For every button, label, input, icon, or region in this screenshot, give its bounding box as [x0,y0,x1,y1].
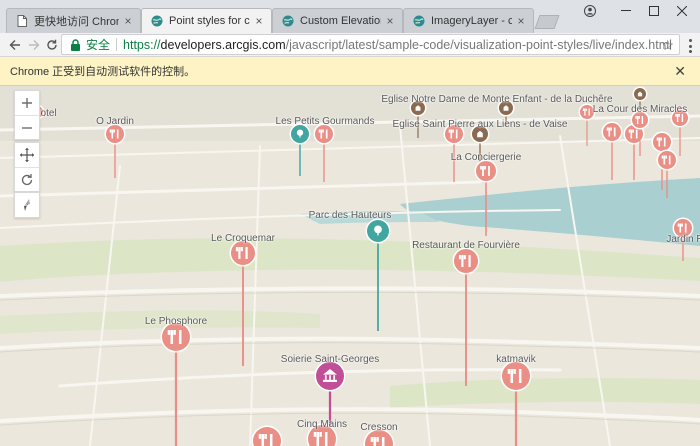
navigation-toggle [14,142,40,192]
poi-label: Le Phosphore [144,316,208,327]
restaurant-icon [653,133,671,151]
infobar-message: Chrome 正受到自动测试软件的控制。 [10,66,196,78]
restaurant-icon [502,362,530,390]
poi-label: Le Croquemar [211,233,275,244]
tab-title: Custom ElevationLayer [300,15,381,27]
zoom-out-button[interactable] [15,115,39,139]
poi-pin[interactable] [251,425,283,446]
url-path: /javascript/latest/sample-code/visualiza… [285,37,672,52]
divider [116,38,118,51]
poi-pin[interactable] [313,123,335,183]
url-host: developers.arcgis.com [160,37,286,52]
restaurant-icon [658,151,676,169]
poi-label: Eglise Notre Dame de Monte Enfant - de l… [381,94,613,105]
maximize-icon[interactable] [640,0,668,22]
poi-label: O Jardin [96,116,134,127]
poi-pins [29,86,694,446]
poi-label: Restaurant de Fourvière [412,240,520,251]
secure-label: 安全 [86,38,111,52]
poi-label: La Conciergerie [450,152,522,163]
tab-title: ImageryLayer - client s [431,15,512,27]
restaurant-icon [162,323,190,351]
poi-label: Eglise Saint Pierre aux Liens - de Vaise [392,119,568,130]
tab-imagery-layer[interactable]: ImageryLayer - client s × [403,8,534,33]
tab-title: Point styles for cities - [169,15,250,27]
profile-icon[interactable] [582,0,598,22]
poi-pin[interactable] [500,360,532,446]
restaurant-icon [315,125,333,143]
poi-label: katmavik [496,354,536,365]
restaurant-icon [454,249,478,273]
poi-pin[interactable] [474,159,498,237]
back-icon[interactable] [6,35,24,55]
lock-icon [71,38,80,51]
tab-new-tab[interactable]: 更快地访问 Chromium × [6,8,141,33]
close-icon[interactable]: ✕ [674,63,686,80]
compass-icon [24,199,30,211]
browser-toolbar: 安全 https://developers.arcgis.com/javascr… [0,33,700,57]
close-icon[interactable]: × [253,15,265,27]
url-text[interactable]: https://developers.arcgis.com/javascript… [123,38,672,52]
poi-label: Cinq Mains [296,419,348,430]
pan-button[interactable] [15,143,39,167]
tab-point-styles[interactable]: Point styles for cities - × [141,8,272,33]
rotate-icon [21,173,33,185]
poi-layer: Eglise Notre Dame de Monte Enfant - de l… [0,86,700,446]
poi-label: Soierie Saint-Georges [280,354,380,365]
poi-pin[interactable] [656,149,678,199]
poi-label: Les Petits Gourmands [275,116,375,127]
new-tab-button[interactable] [534,15,560,29]
tab-strip: 更快地访问 Chromium × Point styles for cities… [0,0,700,33]
url-scheme: https:// [123,37,161,52]
restaurant-icon [476,161,496,181]
arcgis-globe-icon [412,15,425,28]
address-bar[interactable]: 安全 https://developers.arcgis.com/javascr… [61,34,680,55]
poi-label: Jardin R [666,234,700,245]
restaurant-icon [231,241,255,265]
reload-icon[interactable] [43,35,61,55]
poi-label: La Cour des Miracles [592,104,688,115]
restaurant-icon [603,123,621,141]
poi-pin[interactable] [670,108,690,157]
poi-pin[interactable] [365,218,391,332]
close-icon[interactable]: × [384,15,396,27]
poi-label: Cresson [360,422,398,433]
arcgis-globe-icon [281,15,294,28]
zoom-widget [14,90,40,140]
minimize-icon[interactable] [612,0,640,22]
poi-pin[interactable] [289,123,311,177]
poi-label: Parc des Hauteurs [308,210,392,221]
poi-pin[interactable] [160,321,192,446]
compass-button[interactable] [15,193,39,217]
compass-widget [14,192,40,218]
bookmark-star-icon[interactable]: ☆ [661,37,674,54]
page-icon [15,15,28,28]
tab-title: 更快地访问 Chromium [34,16,119,28]
restaurant-icon [106,125,124,143]
close-icon[interactable]: × [122,15,134,27]
close-window-icon[interactable] [668,0,696,22]
arcgis-globe-icon [150,15,163,28]
poi-pin[interactable] [104,123,126,179]
tab-custom-elevation[interactable]: Custom ElevationLayer × [272,8,403,33]
scene-view[interactable]: Eglise Notre Dame de Monte Enfant - de l… [0,86,700,446]
zoom-in-button[interactable] [15,91,39,115]
close-icon[interactable]: × [515,15,527,27]
rotate-button[interactable] [15,167,39,191]
automation-infobar: Chrome 正受到自动测试软件的控制。 ✕ [0,57,700,86]
pan-icon [20,148,34,162]
poi-pin[interactable] [601,121,623,181]
forward-icon[interactable] [25,35,43,55]
poi-pin[interactable] [452,247,480,387]
poi-pin[interactable] [623,123,645,181]
menu-kebab-icon[interactable] [685,39,695,53]
poi-pin[interactable] [229,239,257,367]
